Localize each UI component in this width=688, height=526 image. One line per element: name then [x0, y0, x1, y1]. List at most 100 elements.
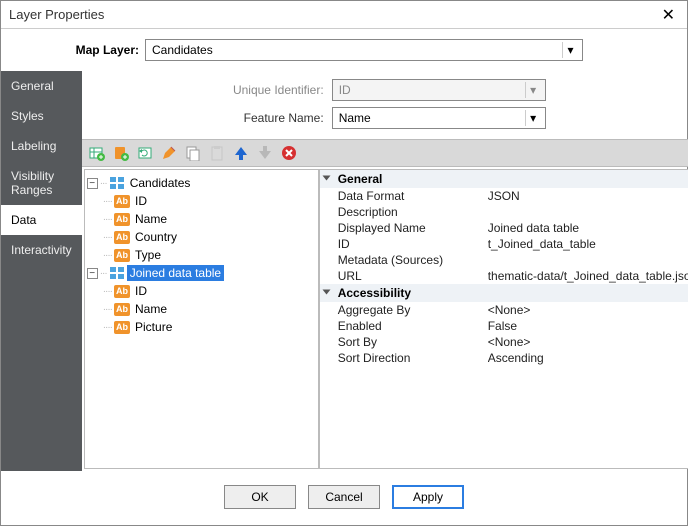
property-key: Enabled — [338, 319, 488, 333]
property-key: Metadata (Sources) — [338, 253, 488, 267]
table-icon — [109, 266, 125, 280]
titlebar: Layer Properties ✕ — [1, 1, 687, 29]
field-icon: Ab — [114, 284, 130, 298]
lower-panes: − ··· Candidates ···· Ab ID ···· Ab Name — [82, 167, 688, 471]
tree-label[interactable]: Country — [132, 229, 180, 245]
tree-connector: ···· — [103, 232, 112, 243]
source-tree[interactable]: − ··· Candidates ···· Ab ID ···· Ab Name — [84, 169, 319, 469]
property-value: <None> — [488, 303, 688, 317]
property-value: Joined data table — [488, 221, 688, 235]
tree-label[interactable]: Name — [132, 211, 170, 227]
field-icon: Ab — [114, 230, 130, 244]
feature-name-row: Feature Name: Name ▾ — [82, 107, 688, 129]
property-row[interactable]: Data FormatJSON — [320, 188, 688, 204]
sidebar-item-data[interactable]: Data — [1, 205, 82, 235]
map-layer-row: Map Layer: Candidates ▾ — [1, 29, 687, 71]
property-row[interactable]: Description — [320, 204, 688, 220]
dialog-buttons: OK Cancel Apply — [1, 471, 687, 523]
property-value: <None> — [488, 335, 688, 349]
tree-label[interactable]: Joined data table — [127, 265, 224, 281]
property-value: JSON — [488, 189, 688, 203]
property-value: False — [488, 319, 688, 333]
tree-connector: ···· — [103, 250, 112, 261]
cancel-button[interactable]: Cancel — [308, 485, 380, 509]
table-icon — [109, 176, 125, 190]
property-row[interactable]: EnabledFalse — [320, 318, 688, 334]
tree-connector: ···· — [103, 214, 112, 225]
expander-icon[interactable]: − — [87, 268, 98, 279]
property-key: Displayed Name — [338, 221, 488, 235]
move-up-icon[interactable] — [232, 144, 250, 162]
tree-label[interactable]: Type — [132, 247, 164, 263]
properties-panel[interactable]: General Data FormatJSON Description Disp… — [319, 169, 688, 469]
add-column-icon[interactable] — [112, 144, 130, 162]
property-group-general[interactable]: General — [320, 170, 688, 188]
move-down-icon — [256, 144, 274, 162]
field-icon: Ab — [114, 320, 130, 334]
refresh-icon[interactable] — [136, 144, 154, 162]
map-layer-select[interactable]: Candidates ▾ — [145, 39, 583, 61]
chevron-down-icon: ▾ — [525, 82, 541, 98]
tree-node-field[interactable]: ···· Ab Name — [87, 300, 316, 318]
field-icon: Ab — [114, 248, 130, 262]
sidebar-item-interactivity[interactable]: Interactivity — [1, 235, 82, 265]
tree-label[interactable]: ID — [132, 193, 150, 209]
property-row[interactable]: Sort DirectionAscending — [320, 350, 688, 366]
delete-icon[interactable] — [280, 144, 298, 162]
tree-node-field[interactable]: ···· Ab Picture — [87, 318, 316, 336]
tree-node-joined[interactable]: − ··· Joined data table — [87, 264, 316, 282]
tree-node-field[interactable]: ···· Ab Type — [87, 246, 316, 264]
sidebar: General Styles Labeling Visibility Range… — [1, 71, 82, 471]
tree-node-field[interactable]: ···· Ab Country — [87, 228, 316, 246]
property-value: Ascending — [488, 351, 688, 365]
close-icon[interactable]: ✕ — [658, 5, 679, 25]
toolbar — [82, 139, 688, 167]
property-row[interactable]: Sort By<None> — [320, 334, 688, 350]
paste-icon — [208, 144, 226, 162]
property-value — [488, 205, 688, 219]
property-group-accessibility[interactable]: Accessibility — [320, 284, 688, 302]
chevron-down-icon: ▾ — [525, 110, 541, 126]
content-pane: Unique Identifier: ID ▾ Feature Name: Na… — [82, 71, 688, 471]
property-row[interactable]: Aggregate By<None> — [320, 302, 688, 318]
copy-icon[interactable] — [184, 144, 202, 162]
edit-icon[interactable] — [160, 144, 178, 162]
tree-node-field[interactable]: ···· Ab ID — [87, 282, 316, 300]
property-key: Sort Direction — [338, 351, 488, 365]
ok-button[interactable]: OK — [224, 485, 296, 509]
tree-label[interactable]: Candidates — [127, 175, 194, 191]
chevron-down-icon: ▾ — [562, 42, 578, 58]
sidebar-item-labeling[interactable]: Labeling — [1, 131, 82, 161]
form-area: Unique Identifier: ID ▾ Feature Name: Na… — [82, 71, 688, 139]
sidebar-item-general[interactable]: General — [1, 71, 82, 101]
feature-name-label: Feature Name: — [82, 111, 332, 125]
unique-identifier-label: Unique Identifier: — [82, 83, 332, 97]
property-key: Description — [338, 205, 488, 219]
property-key: Aggregate By — [338, 303, 488, 317]
property-key: Sort By — [338, 335, 488, 349]
unique-identifier-select: ID ▾ — [332, 79, 546, 101]
sidebar-item-visibility-ranges[interactable]: Visibility Ranges — [1, 161, 82, 205]
tree-label[interactable]: Name — [132, 301, 170, 317]
tree-label[interactable]: ID — [132, 283, 150, 299]
expander-icon[interactable]: − — [87, 178, 98, 189]
tree-node-candidates[interactable]: − ··· Candidates — [87, 174, 316, 192]
tree-node-field[interactable]: ···· Ab ID — [87, 192, 316, 210]
tree-label[interactable]: Picture — [132, 319, 175, 335]
property-row[interactable]: Displayed NameJoined data table — [320, 220, 688, 236]
feature-name-select[interactable]: Name ▾ — [332, 107, 546, 129]
property-row[interactable]: Metadata (Sources) — [320, 252, 688, 268]
tree-connector: ···· — [103, 286, 112, 297]
apply-button[interactable]: Apply — [392, 485, 464, 509]
field-icon: Ab — [114, 212, 130, 226]
map-layer-label: Map Layer: — [9, 43, 139, 57]
tree-connector: ··· — [100, 178, 107, 189]
property-key: Data Format — [338, 189, 488, 203]
unique-identifier-value: ID — [339, 83, 351, 97]
property-row[interactable]: IDt_Joined_data_table — [320, 236, 688, 252]
sidebar-item-styles[interactable]: Styles — [1, 101, 82, 131]
property-row[interactable]: URLthematic-data/t_Joined_data_table.jso… — [320, 268, 688, 284]
main-area: General Styles Labeling Visibility Range… — [1, 71, 687, 471]
tree-node-field[interactable]: ···· Ab Name — [87, 210, 316, 228]
add-table-icon[interactable] — [88, 144, 106, 162]
